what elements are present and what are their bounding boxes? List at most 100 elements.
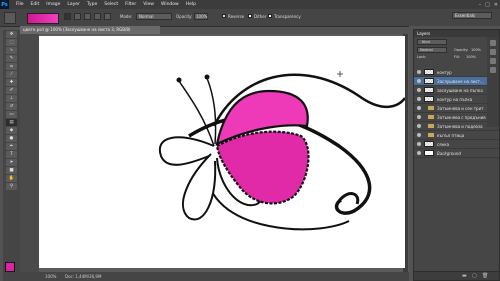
gradient-editor-preview[interactable]: [27, 13, 59, 24]
menu-layer[interactable]: Layer: [67, 2, 80, 7]
flower-artwork: [158, 71, 406, 231]
vertical-ruler: [20, 34, 39, 272]
layer-thumbnail: [424, 150, 434, 156]
brush-tool-icon[interactable]: ✐: [6, 87, 17, 94]
lasso-tool-icon[interactable]: ∿: [6, 47, 17, 54]
visibility-eye-icon[interactable]: [417, 142, 421, 146]
menu-view[interactable]: View: [143, 2, 154, 7]
layer-row[interactable]: сянка: [414, 140, 499, 149]
new-layer-icon[interactable]: ▢: [472, 273, 477, 279]
layer-group-row[interactable]: къпъл птица: [414, 131, 499, 140]
path-selection-tool-icon[interactable]: ➤: [6, 159, 17, 166]
layer-name: заслушване на пъпка: [437, 87, 483, 93]
layer-name: къпъл птица: [437, 132, 465, 138]
gradient-tool-preset-icon[interactable]: [4, 12, 16, 24]
eyedropper-tool-icon[interactable]: ⁄: [6, 71, 17, 78]
fill-value[interactable]: 100%: [466, 55, 476, 59]
visibility-eye-icon[interactable]: [417, 106, 421, 110]
tools-panel: ✥ ⬚ ∿ ✎ ⌗ ⁄ ✚ ✐ ⊥ ↺ ▭ ▤ ◆ ● ✒ T ➤ ■ ✋ ⚲: [3, 30, 21, 281]
history-brush-tool-icon[interactable]: ↺: [6, 103, 17, 110]
new-group-icon[interactable]: ▬: [462, 273, 467, 279]
lock-label: Lock:: [417, 55, 427, 59]
document-canvas[interactable]: [39, 36, 406, 268]
layer-filter-kind[interactable]: Kind: [417, 39, 447, 45]
history-panel-icon[interactable]: [490, 40, 496, 46]
reverse-checkbox[interactable]: [222, 14, 226, 18]
reverse-label: Reverse: [228, 14, 245, 19]
minimize-icon[interactable]: –: [479, 2, 482, 8]
folder-icon: [428, 133, 434, 137]
menu-edit[interactable]: Edit: [31, 2, 40, 7]
layer-thumbnail: [424, 87, 434, 93]
menu-filter[interactable]: Filter: [125, 2, 136, 7]
angle-gradient-button[interactable]: [84, 13, 91, 20]
stamen-tip-1: [176, 77, 182, 83]
dodge-tool-icon[interactable]: ●: [6, 135, 17, 142]
menu-window[interactable]: Window: [161, 2, 179, 7]
menu-select[interactable]: Select: [104, 2, 118, 7]
blend-mode-select[interactable]: Normal: [417, 47, 447, 53]
transparency-label: Transparency: [274, 14, 301, 19]
healing-brush-tool-icon[interactable]: ✚: [6, 79, 17, 86]
swatches-panel-icon[interactable]: [490, 67, 496, 73]
dither-checkbox[interactable]: [248, 14, 252, 18]
close-icon[interactable]: ✕: [494, 2, 498, 8]
swirl-curl: [337, 192, 360, 205]
radial-gradient-button[interactable]: [74, 13, 81, 20]
fill-label: Fill:: [454, 55, 460, 59]
opacity-input[interactable]: 100%: [194, 13, 208, 20]
layer-name: Background: [437, 150, 461, 156]
menu-image[interactable]: Image: [46, 2, 60, 7]
layer-name: Затъмнява и подлоза: [437, 123, 483, 129]
opacity-label: Opacity:: [176, 14, 193, 19]
properties-panel-icon[interactable]: [490, 49, 496, 55]
layers-panel-tab[interactable]: Layers: [414, 30, 499, 37]
delete-layer-icon[interactable]: 🗑: [482, 273, 488, 279]
layer-name: Заслушване на лист...: [437, 78, 484, 84]
eraser-tool-icon[interactable]: ▭: [6, 111, 17, 118]
workspace-switcher[interactable]: Essentials: [452, 12, 492, 19]
gradient-type-buttons: [64, 13, 111, 20]
visibility-eye-icon[interactable]: [417, 133, 421, 137]
pen-tool-icon[interactable]: ✒: [6, 143, 17, 150]
visibility-eye-icon[interactable]: [417, 115, 421, 119]
hand-tool-icon[interactable]: ✋: [6, 175, 17, 182]
layers-panel-footer: ▬ ▢ 🗑: [414, 271, 499, 280]
visibility-eye-icon[interactable]: [417, 151, 421, 155]
transparency-checkbox[interactable]: [268, 14, 272, 18]
crop-tool-icon[interactable]: ⌗: [6, 63, 17, 70]
visibility-eye-icon[interactable]: [417, 79, 421, 83]
menu-help[interactable]: Help: [186, 2, 196, 7]
clone-stamp-tool-icon[interactable]: ⊥: [6, 95, 17, 102]
visibility-eye-icon[interactable]: [417, 70, 421, 74]
gradient-tool-icon[interactable]: ▤: [6, 119, 17, 126]
layer-name: контур на пъпка: [437, 96, 473, 102]
background-layer-row[interactable]: Background: [414, 149, 499, 158]
shape-tool-icon[interactable]: ■: [6, 167, 17, 174]
reflected-gradient-button[interactable]: [94, 13, 101, 20]
move-tool-icon[interactable]: ✥: [6, 31, 17, 38]
maximize-icon[interactable]: □: [485, 2, 490, 8]
menu-type[interactable]: Type: [87, 2, 97, 7]
adjustments-panel-icon[interactable]: [490, 58, 496, 64]
zoom-tool-icon[interactable]: ⚲: [6, 183, 17, 190]
visibility-eye-icon[interactable]: [417, 124, 421, 128]
stamen-2: [206, 77, 217, 145]
document-tab[interactable]: цвете.psd @ 100% (Заслушване на листа 3,…: [20, 26, 160, 34]
layer-opacity-value[interactable]: 100%: [471, 48, 481, 52]
folder-icon: [428, 115, 434, 119]
menu-file[interactable]: File: [16, 2, 24, 7]
linear-gradient-button[interactable]: [64, 13, 71, 20]
visibility-eye-icon[interactable]: [417, 97, 421, 101]
type-tool-icon[interactable]: T: [6, 151, 17, 158]
marquee-tool-icon[interactable]: ⬚: [6, 39, 17, 46]
blur-tool-icon[interactable]: ◆: [6, 127, 17, 134]
diamond-gradient-button[interactable]: [104, 13, 111, 20]
layer-name: Затъмнява с продъния: [437, 114, 486, 120]
document-size: Doc: 1,44M/36,9M: [65, 274, 102, 279]
quick-select-tool-icon[interactable]: ✎: [6, 55, 17, 62]
foreground-color-swatch[interactable]: [5, 262, 15, 272]
status-bar: 100% Doc: 1,44M/36,9M: [20, 272, 409, 281]
visibility-eye-icon[interactable]: [417, 88, 421, 92]
mode-select[interactable]: Normal: [136, 13, 172, 20]
